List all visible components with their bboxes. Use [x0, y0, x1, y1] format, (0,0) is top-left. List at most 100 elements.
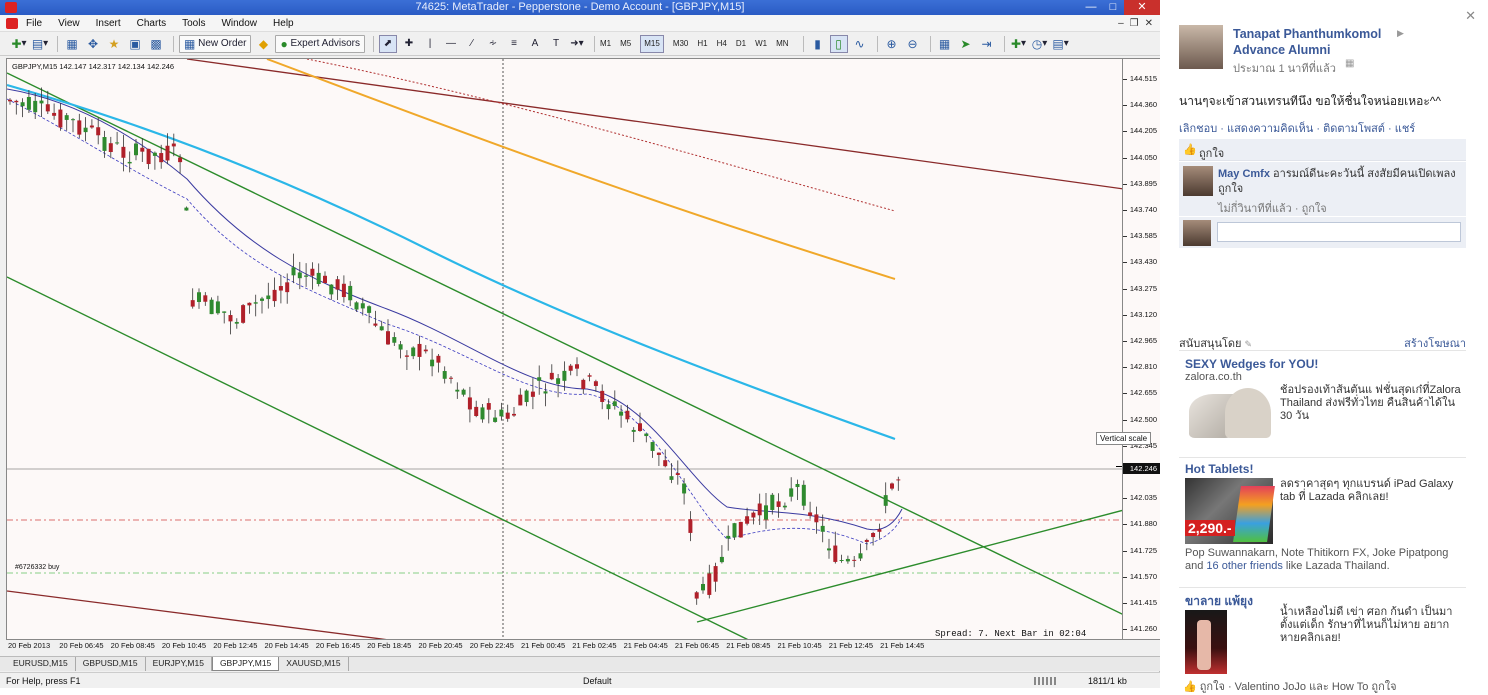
candle-bear [833, 545, 838, 562]
tab-gbpjpy[interactable]: GBPJPY,M15 [211, 657, 280, 671]
maximize-button[interactable]: □ [1102, 0, 1124, 15]
menu-help[interactable]: Help [273, 18, 294, 29]
navigator-icon[interactable]: ★ [105, 35, 123, 53]
comment-time[interactable]: ไม่กี่วินาทีที่แล้ว · ถูกใจ [1218, 199, 1327, 217]
candle-bull [644, 433, 649, 437]
candle-bull [827, 548, 831, 551]
minimize-button[interactable]: — [1080, 0, 1102, 15]
metaeditor-icon[interactable]: ◆ [254, 35, 272, 53]
trendline-icon[interactable]: ∕ [463, 35, 481, 53]
menu-tools[interactable]: Tools [182, 18, 205, 29]
timeframe-m1[interactable]: M1 [600, 39, 611, 48]
cursor-tool-icon[interactable]: ⬈ [379, 34, 397, 53]
tab-eurusd[interactable]: EURUSD,M15 [6, 657, 76, 671]
time-axis[interactable]: 20 Feb 2013 20 Feb 06:45 20 Feb 08:45 20 Fe… [6, 640, 1160, 654]
user-subtitle[interactable]: Advance Alumni [1233, 43, 1330, 57]
time-label: 21 Feb 00:45 [521, 641, 566, 650]
mdi-close-icon[interactable]: ✕ [1145, 18, 1153, 29]
candle-bull [329, 284, 334, 295]
candle-bear [140, 147, 145, 152]
ad-title-1[interactable]: SEXY Wedges for YOU! [1185, 357, 1318, 371]
text-label-icon[interactable]: T [547, 35, 565, 53]
menu-file[interactable]: File [26, 18, 42, 29]
timeframe-d1[interactable]: D1 [736, 39, 746, 48]
channel-tool-icon[interactable]: ∻ [484, 35, 502, 53]
time-label: 21 Feb 06:45 [674, 641, 720, 650]
profiles-icon[interactable]: ▤ ▾ [31, 35, 49, 53]
price-scale[interactable]: 144.515 144.360 144.205 144.050 143.895 143.7… [1123, 58, 1160, 640]
expert-advisors-button[interactable]: ● Expert Advisors [275, 34, 365, 53]
ad-title-2[interactable]: Hot Tablets! [1185, 462, 1253, 476]
text-tool-icon[interactable]: A [526, 35, 544, 53]
timeframe-mn[interactable]: MN [776, 39, 788, 48]
periods-icon[interactable]: ◷ ▾ [1031, 35, 1049, 53]
terminal-icon[interactable]: ▣ [126, 35, 144, 53]
candle-bull [732, 523, 737, 538]
mdi-restore-icon[interactable]: ❐ [1130, 18, 1139, 29]
auto-scroll-icon[interactable]: ➤ [957, 35, 975, 53]
menu-charts[interactable]: Charts [137, 18, 166, 29]
ad-image-tablets[interactable]: 2,290.- [1185, 478, 1275, 544]
ad-image-legs[interactable] [1185, 610, 1227, 674]
zoom-out-icon[interactable]: ⊖ [904, 35, 922, 53]
tile-windows-icon[interactable]: ▦ [936, 35, 954, 53]
post-actions[interactable]: เลิกชอบ · แสดงความคิดเห็น · ติดตามโพสต์ … [1179, 119, 1415, 137]
timeframe-h4[interactable]: H4 [717, 39, 727, 48]
status-profile: Default [583, 676, 612, 686]
timeframe-w1[interactable]: W1 [755, 39, 767, 48]
chart-canvas[interactable] [7, 59, 1123, 640]
indicators-icon[interactable]: ✚ ▾ [1010, 35, 1028, 53]
menu-view[interactable]: View [58, 18, 80, 29]
tab-eurjpy[interactable]: EURJPY,M15 [146, 657, 212, 671]
other-friends-link[interactable]: 16 other friends [1206, 560, 1282, 572]
blue-ma-line [7, 88, 903, 531]
new-order-icon: ▦ [184, 36, 196, 51]
price-tick [1123, 498, 1127, 500]
candle-bear [549, 372, 554, 380]
comment-author[interactable]: May Cmfx [1218, 168, 1270, 180]
candle-bull [682, 483, 687, 494]
new-order-button[interactable]: ▦ New Order [179, 34, 252, 53]
market-watch-icon[interactable]: ▦ [63, 35, 81, 53]
user-avatar[interactable] [1179, 25, 1223, 69]
data-window-icon[interactable]: ✥ [84, 35, 102, 53]
crosshair-tool-icon[interactable]: ✚ [400, 35, 418, 53]
timeframe-m5[interactable]: M5 [620, 39, 631, 48]
new-chart-icon[interactable]: ✚ ▾ [10, 35, 28, 53]
candlestick-icon[interactable]: ▯ [829, 34, 848, 53]
tab-gbpusd[interactable]: GBPUSD,M15 [76, 657, 146, 671]
close-icon[interactable]: ✕ [1465, 8, 1476, 24]
user-name[interactable]: Tanapat Phanthumkomol [1233, 27, 1381, 41]
horizontal-line-icon[interactable]: — [442, 35, 460, 53]
commenter-avatar[interactable] [1183, 166, 1213, 196]
timeframe-h1[interactable]: H1 [697, 39, 707, 48]
candle-bull [33, 100, 38, 113]
like-label[interactable]: ถูกใจ [1199, 144, 1224, 162]
menu-insert[interactable]: Insert [96, 18, 121, 29]
candle-bull [770, 494, 775, 510]
line-chart-icon[interactable]: ∿ [851, 35, 869, 53]
ad-domain-1[interactable]: zalora.co.th [1185, 371, 1242, 383]
close-button[interactable]: ✕ [1124, 0, 1160, 15]
timeframe-m30[interactable]: M30 [673, 39, 689, 48]
zoom-in-icon[interactable]: ⊕ [883, 35, 901, 53]
candle-bear [14, 100, 19, 103]
candle-bear [663, 460, 668, 467]
price-tick [1123, 419, 1127, 421]
comment-input[interactable] [1217, 222, 1461, 242]
mdi-minimize-icon[interactable]: – [1118, 18, 1124, 29]
strategy-tester-icon[interactable]: ▩ [147, 35, 165, 53]
fibonacci-icon[interactable]: ≡ [505, 35, 523, 53]
chart-shift-icon[interactable]: ⇥ [978, 35, 996, 53]
vertical-line-icon[interactable]: | [421, 35, 439, 53]
templates-icon[interactable]: ▤ ▾ [1052, 35, 1070, 53]
price-chart[interactable]: GBPJPY,M15 142.147 142.317 142.134 142.2… [6, 58, 1123, 640]
timeframe-m15[interactable]: M15 [640, 34, 664, 53]
arrows-icon[interactable]: ➜▾ [568, 35, 586, 53]
price-label: 144.515 [1129, 74, 1157, 83]
ad-title-3[interactable]: ขาลาย แพ้ยุง [1185, 592, 1253, 611]
menu-window[interactable]: Window [221, 18, 257, 29]
ad-image-wedges[interactable] [1185, 384, 1275, 454]
bar-chart-icon[interactable]: ▮ [809, 35, 827, 53]
tab-xauusd[interactable]: XAUUSD,M15 [279, 657, 349, 671]
